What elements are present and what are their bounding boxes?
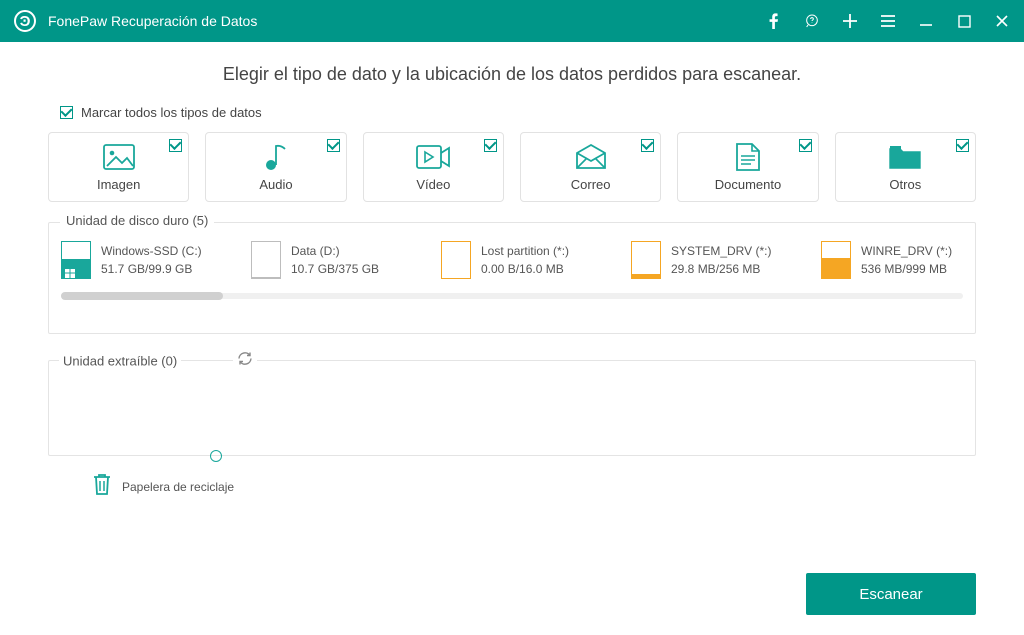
type-label: Documento bbox=[715, 177, 781, 192]
drive-size: 536 MB/999 MB bbox=[861, 260, 952, 278]
drive-size: 51.7 GB/99.9 GB bbox=[101, 260, 202, 278]
type-label: Imagen bbox=[97, 177, 140, 192]
type-label: Audio bbox=[259, 177, 292, 192]
drive-size: 29.8 MB/256 MB bbox=[671, 260, 771, 278]
titlebar: Ͽ FonePaw Recuperación de Datos bbox=[0, 0, 1024, 42]
checkbox-icon bbox=[799, 139, 812, 152]
refresh-icon[interactable] bbox=[233, 352, 257, 371]
checkbox-icon bbox=[484, 139, 497, 152]
type-card-document[interactable]: Documento bbox=[677, 132, 818, 202]
scan-button[interactable]: Escanear bbox=[806, 573, 976, 615]
document-icon bbox=[735, 143, 761, 171]
radio-icon bbox=[210, 450, 222, 462]
removable-section-title: Unidad extraíble (0) bbox=[59, 354, 181, 369]
type-card-audio[interactable]: Audio bbox=[205, 132, 346, 202]
image-icon bbox=[103, 143, 135, 171]
removable-list: Unidad extraíble (0) bbox=[48, 360, 976, 456]
drive-icon bbox=[251, 241, 281, 279]
checkbox-icon bbox=[956, 139, 969, 152]
drive-name: Windows-SSD (C:) bbox=[101, 242, 202, 260]
email-icon bbox=[575, 143, 607, 171]
type-label: Correo bbox=[571, 177, 611, 192]
drive-icon bbox=[631, 241, 661, 279]
close-icon[interactable] bbox=[994, 13, 1010, 29]
folder-icon bbox=[888, 143, 922, 171]
drive-name: Data (D:) bbox=[291, 242, 379, 260]
type-label: Otros bbox=[889, 177, 921, 192]
drive-icon bbox=[821, 241, 851, 279]
minimize-icon[interactable] bbox=[918, 13, 934, 29]
maximize-icon[interactable] bbox=[956, 13, 972, 29]
drive-item[interactable]: WINRE_DRV (*:)536 MB/999 MB bbox=[821, 241, 963, 279]
drive-info: Lost partition (*:)0.00 B/16.0 MB bbox=[481, 242, 569, 278]
type-label: Vídeo bbox=[416, 177, 450, 192]
trash-icon bbox=[92, 472, 112, 501]
drive-size: 10.7 GB/375 GB bbox=[291, 260, 379, 278]
drive-item[interactable]: Windows-SSD (C:)51.7 GB/99.9 GB bbox=[61, 241, 233, 279]
hdd-section-title: Unidad de disco duro (5) bbox=[60, 213, 214, 228]
plus-icon[interactable] bbox=[842, 13, 858, 29]
hdd-list: Windows-SSD (C:)51.7 GB/99.9 GB Data (D:)… bbox=[48, 222, 976, 334]
type-card-video[interactable]: Vídeo bbox=[363, 132, 504, 202]
menu-icon[interactable] bbox=[880, 13, 896, 29]
type-card-other[interactable]: Otros bbox=[835, 132, 976, 202]
audio-icon bbox=[263, 143, 289, 171]
drive-icon bbox=[61, 241, 91, 279]
recycle-bin-option[interactable]: Papelera de reciclaje bbox=[92, 472, 976, 501]
page-headline: Elegir el tipo de dato y la ubicación de… bbox=[48, 64, 976, 85]
checkbox-icon bbox=[327, 139, 340, 152]
type-card-image[interactable]: Imagen bbox=[48, 132, 189, 202]
help-icon[interactable] bbox=[804, 13, 820, 29]
drive-name: Lost partition (*:) bbox=[481, 242, 569, 260]
drive-item[interactable]: SYSTEM_DRV (*:)29.8 MB/256 MB bbox=[631, 241, 803, 279]
facebook-icon[interactable] bbox=[766, 13, 782, 29]
drive-info: SYSTEM_DRV (*:)29.8 MB/256 MB bbox=[671, 242, 771, 278]
drive-info: Windows-SSD (C:)51.7 GB/99.9 GB bbox=[101, 242, 202, 278]
checkbox-icon bbox=[169, 139, 182, 152]
app-logo-icon: Ͽ bbox=[14, 10, 36, 32]
drive-name: SYSTEM_DRV (*:) bbox=[671, 242, 771, 260]
drive-name: WINRE_DRV (*:) bbox=[861, 242, 952, 260]
checkbox-icon bbox=[641, 139, 654, 152]
drive-item[interactable]: Lost partition (*:)0.00 B/16.0 MB bbox=[441, 241, 613, 279]
video-icon bbox=[416, 143, 450, 171]
drive-info: WINRE_DRV (*:)536 MB/999 MB bbox=[861, 242, 952, 278]
drive-icon bbox=[441, 241, 471, 279]
select-all-checkbox[interactable]: Marcar todos los tipos de datos bbox=[60, 105, 976, 120]
checkbox-icon bbox=[60, 106, 73, 119]
type-card-email[interactable]: Correo bbox=[520, 132, 661, 202]
scrollbar[interactable] bbox=[61, 293, 963, 299]
select-all-label: Marcar todos los tipos de datos bbox=[81, 105, 262, 120]
app-title: FonePaw Recuperación de Datos bbox=[48, 13, 257, 29]
drive-item[interactable]: Data (D:)10.7 GB/375 GB bbox=[251, 241, 423, 279]
drive-info: Data (D:)10.7 GB/375 GB bbox=[291, 242, 379, 278]
drive-size: 0.00 B/16.0 MB bbox=[481, 260, 569, 278]
recycle-label: Papelera de reciclaje bbox=[122, 480, 234, 494]
